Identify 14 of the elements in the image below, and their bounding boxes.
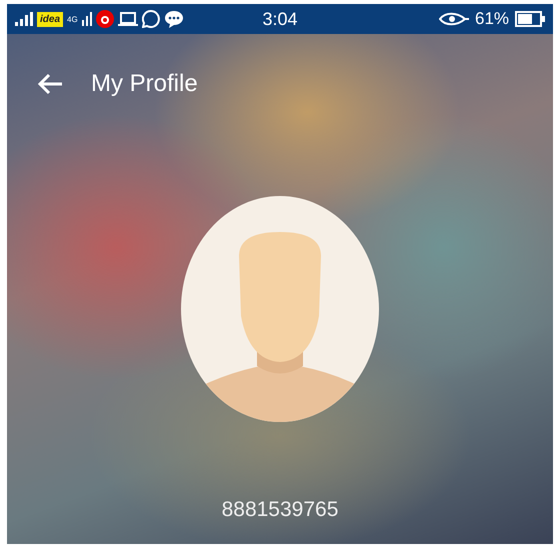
battery-icon xyxy=(515,11,546,27)
message-icon xyxy=(164,10,184,28)
phone-number: 8881539765 xyxy=(222,498,338,522)
network-type: 4G xyxy=(67,14,78,24)
clock-time: 3:04 xyxy=(262,8,298,30)
laptop-icon xyxy=(118,11,138,27)
signal-icon xyxy=(15,12,33,26)
chat-bubble-icon xyxy=(142,10,160,28)
back-arrow-icon[interactable] xyxy=(37,73,63,95)
eye-icon xyxy=(438,11,469,27)
signal-icon xyxy=(82,12,92,26)
battery-percent: 61% xyxy=(474,9,510,29)
carrier-label: idea xyxy=(37,12,64,26)
page-title: My Profile xyxy=(91,70,198,98)
